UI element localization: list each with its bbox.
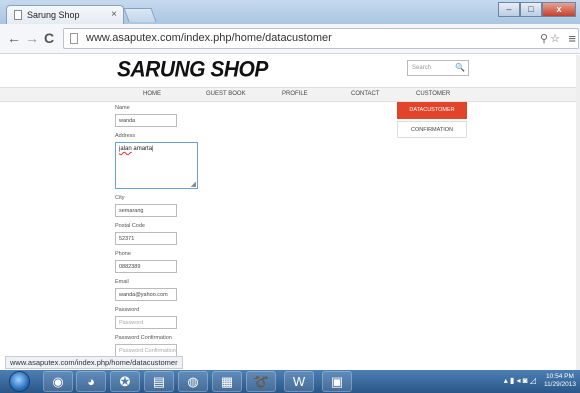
- password-confirmation-label: Password Confirmation: [115, 335, 172, 341]
- address-text-misspelled: jalan: [119, 146, 132, 152]
- magnifier-icon[interactable]: ⚲: [540, 32, 548, 45]
- address-textarea[interactable]: jalan amarta| ◢: [115, 142, 198, 189]
- browser-toolbar: ← → C www.asaputex.com/index.php/home/da…: [0, 24, 580, 54]
- postal-code-field[interactable]: 52371: [115, 232, 177, 245]
- word-icon[interactable]: W: [284, 371, 314, 392]
- address-label: Address: [115, 133, 136, 139]
- clock[interactable]: 10:54 PM 11/29/2013: [544, 373, 576, 389]
- dropdown-datacustomer[interactable]: DATACUSTOMER: [397, 102, 467, 119]
- tab-title: Sarung Shop: [27, 10, 80, 20]
- close-window-button[interactable]: x: [542, 2, 576, 17]
- page-favicon-icon: [14, 10, 22, 20]
- back-button[interactable]: ←: [7, 30, 21, 46]
- reload-button[interactable]: C: [44, 30, 54, 46]
- site-logo[interactable]: SARUNG SHOP: [117, 57, 268, 82]
- name-label: Name: [115, 105, 130, 111]
- network-icon[interactable]: ◍: [178, 371, 208, 392]
- customer-dropdown: DATACUSTOMER CONFIRMATION: [397, 102, 467, 138]
- system-tray[interactable]: ▴ ▮ ◂ ◙ ◿: [504, 376, 536, 385]
- phone-field[interactable]: 0882389: [115, 260, 177, 273]
- firefox-icon[interactable]: ✪: [110, 371, 140, 392]
- nav-guest-book[interactable]: GUEST BOOK: [206, 91, 246, 97]
- maximize-button[interactable]: □: [520, 2, 542, 17]
- city-field[interactable]: semarang: [115, 204, 177, 217]
- postal-code-label: Postal Code: [115, 223, 145, 229]
- nav-home[interactable]: HOME: [143, 91, 161, 97]
- window-controls: – □ x: [498, 2, 576, 17]
- resize-grip-icon[interactable]: ◢: [191, 180, 196, 188]
- browser-menu-icon[interactable]: ≡: [568, 31, 576, 46]
- minimize-button[interactable]: –: [498, 2, 520, 17]
- address-text: amarta|: [131, 146, 154, 152]
- email-label: Email: [115, 279, 129, 285]
- dropdown-confirmation[interactable]: CONFIRMATION: [397, 121, 467, 138]
- page-viewport: SARUNG SHOP Search 🔍 HOME GUEST BOOK PRO…: [0, 55, 576, 370]
- new-tab-button[interactable]: [123, 8, 157, 22]
- screen: Sarung Shop × – □ x ← → C www.asaputex.c…: [0, 0, 580, 393]
- clock-time: 10:54 PM: [546, 373, 574, 380]
- start-button[interactable]: [9, 371, 30, 392]
- name-field[interactable]: wanda: [115, 114, 177, 127]
- taskbar: ◉ ◕ ✪ ▤ ◍ ▦ ➰ W ▣ ▴ ▮ ◂ ◙ ◿ 10:54 PM 11/…: [0, 370, 580, 393]
- document-icon[interactable]: ▣: [322, 371, 352, 392]
- forward-button[interactable]: →: [25, 30, 39, 46]
- clock-date: 11/29/2013: [543, 381, 576, 388]
- close-tab-icon[interactable]: ×: [111, 9, 117, 20]
- address-bar[interactable]: www.asaputex.com/index.php/home/datacust…: [63, 28, 579, 49]
- bookmark-star-icon[interactable]: ☆: [550, 32, 560, 45]
- nav-contact[interactable]: CONTACT: [351, 91, 380, 97]
- address-url[interactable]: www.asaputex.com/index.php/home/datacust…: [86, 32, 332, 44]
- search-icon[interactable]: 🔍: [455, 63, 465, 72]
- main-nav: HOME GUEST BOOK PROFILE CONTACT CUSTOMER: [0, 87, 576, 102]
- vertical-scrollbar[interactable]: [576, 55, 580, 370]
- tab-strip: Sarung Shop × – □ x: [0, 0, 580, 24]
- browser-tab[interactable]: Sarung Shop ×: [6, 5, 124, 24]
- chrome-icon[interactable]: ◕: [76, 371, 106, 392]
- search-placeholder: Search: [412, 65, 432, 71]
- folder-icon[interactable]: ▤: [144, 371, 174, 392]
- email-field[interactable]: wanda@yahoo.com: [115, 288, 177, 301]
- explorer-icon[interactable]: ◉: [43, 371, 73, 392]
- phone-label: Phone: [115, 251, 131, 257]
- page-icon: [70, 33, 78, 44]
- nav-profile[interactable]: PROFILE: [282, 91, 308, 97]
- password-label: Password: [115, 307, 140, 313]
- status-bar: www.asaputex.com/index.php/home/datacust…: [5, 356, 183, 369]
- city-label: City: [115, 195, 125, 201]
- password-field[interactable]: Password: [115, 316, 177, 329]
- browser-icon[interactable]: ▦: [212, 371, 242, 392]
- acrobat-icon[interactable]: ➰: [246, 371, 276, 392]
- search-input[interactable]: Search 🔍: [407, 60, 469, 76]
- nav-customer[interactable]: CUSTOMER: [416, 91, 450, 97]
